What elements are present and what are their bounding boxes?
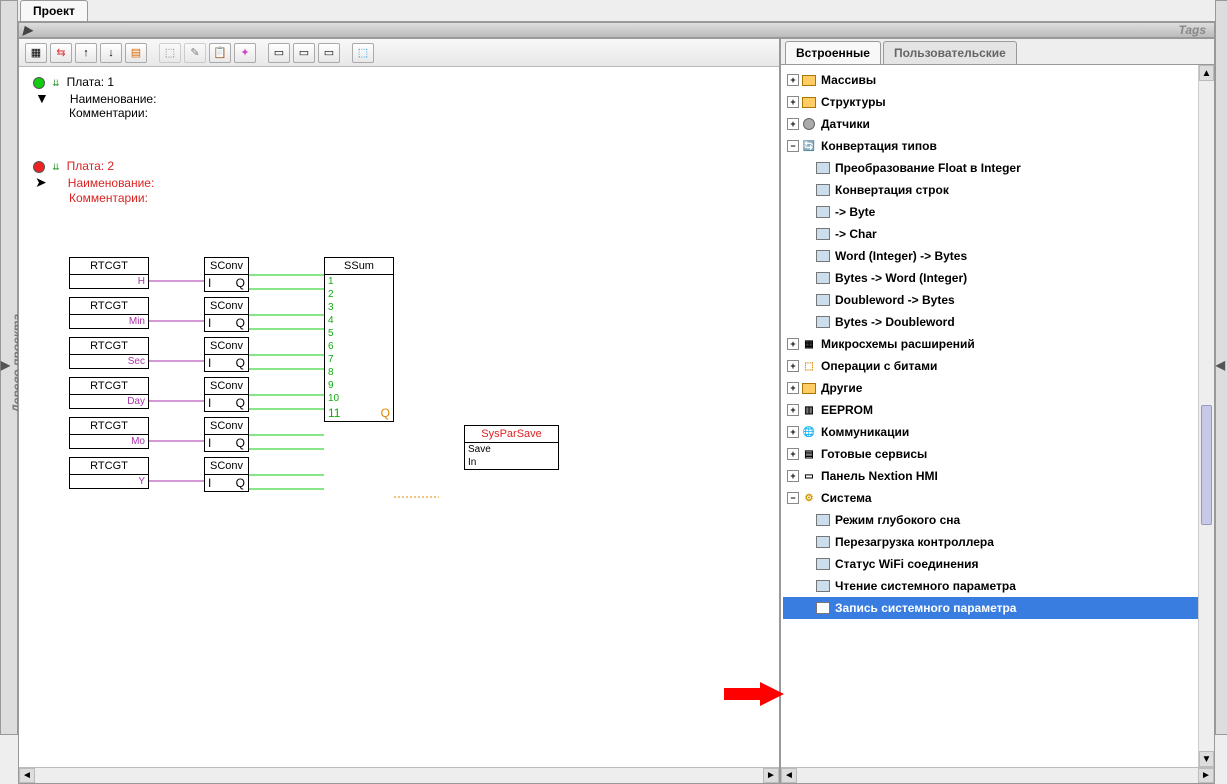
block-rtcgt-1[interactable]: RTCGT H: [69, 257, 149, 289]
block-sconv-4[interactable]: SConv IQ: [204, 377, 249, 412]
right-sidebar-rail[interactable]: ◀ Библиотека компонентов: [1215, 0, 1227, 735]
library-tabs: Встроенные Пользовательские: [781, 39, 1214, 65]
block-sconv-2[interactable]: SConv IQ: [204, 297, 249, 332]
block-sconv-5[interactable]: SConv IQ: [204, 417, 249, 452]
tab-user[interactable]: Пользовательские: [883, 41, 1017, 64]
tree-conv-1[interactable]: Конвертация строк: [783, 179, 1212, 201]
play-icon: ▶: [23, 23, 32, 37]
editor-hscroll[interactable]: ◄►: [19, 767, 779, 783]
block-rtcgt-4[interactable]: RTCGT Day: [69, 377, 149, 409]
block-rtcgt-5[interactable]: RTCGT Mo: [69, 417, 149, 449]
tree-system-4-selected[interactable]: Запись системного параметра: [783, 597, 1212, 619]
tree-structs[interactable]: +Структуры: [783, 91, 1212, 113]
tree-conv-5[interactable]: Bytes -> Word (Integer): [783, 267, 1212, 289]
tool-12[interactable]: ▭: [318, 43, 340, 63]
block-sconv-6[interactable]: SConv IQ: [204, 457, 249, 492]
tool-5[interactable]: ▤: [125, 43, 147, 63]
tree-nextion[interactable]: +▭Панель Nextion HMI: [783, 465, 1212, 487]
block-sysparsave[interactable]: SysParSave Save In: [464, 425, 559, 470]
tree-micro[interactable]: +▦Микросхемы расширений: [783, 333, 1212, 355]
project-tab[interactable]: Проект: [20, 0, 88, 21]
tree-services[interactable]: +▤Готовые сервисы: [783, 443, 1212, 465]
tree-eeprom[interactable]: +▥EEPROM: [783, 399, 1212, 421]
tree-arrays[interactable]: +Массивы: [783, 69, 1212, 91]
tool-13[interactable]: ⬚: [352, 43, 374, 63]
tree-conv-4[interactable]: Word (Integer) -> Bytes: [783, 245, 1212, 267]
top-tabs: Проект: [18, 0, 1215, 22]
block-rtcgt-3[interactable]: RTCGT Sec: [69, 337, 149, 369]
tags-strip: ▶ Tags: [18, 22, 1215, 38]
tree-vscroll[interactable]: ▲ ▼: [1198, 65, 1214, 767]
block-sconv-1[interactable]: SConv IQ: [204, 257, 249, 292]
tool-11[interactable]: ▭: [293, 43, 315, 63]
tree-system-3[interactable]: Чтение системного параметра: [783, 575, 1212, 597]
tree-system-2[interactable]: Статус WiFi соединения: [783, 553, 1212, 575]
tree-comm[interactable]: +🌐Коммуникации: [783, 421, 1212, 443]
tree-conv-7[interactable]: Bytes -> Doubleword: [783, 311, 1212, 333]
canvas[interactable]: ⇊ Плата: 1 ▼ Наименование: Комментарии: …: [19, 67, 779, 767]
tool-down[interactable]: ↓: [100, 43, 122, 63]
tool-2[interactable]: ⇆: [50, 43, 72, 63]
tree-other[interactable]: +Другие: [783, 377, 1212, 399]
tree-conv-6[interactable]: Doubleword -> Bytes: [783, 289, 1212, 311]
expand-right-icon: ▶: [1, 359, 10, 373]
component-library-pane: Встроенные Пользовательские +Массивы +Ст…: [780, 38, 1215, 784]
block-ssum[interactable]: SSum 1 2 3 4 5 6 7 8 9 10: [324, 257, 394, 422]
tool-up[interactable]: ↑: [75, 43, 97, 63]
tree-bits[interactable]: +⬚Операции с битами: [783, 355, 1212, 377]
tool-10[interactable]: ▭: [268, 43, 290, 63]
left-sidebar-rail[interactable]: ▶ Дерево проекта: [0, 0, 18, 735]
block-rtcgt-2[interactable]: RTCGT Min: [69, 297, 149, 329]
tool-7[interactable]: ✎: [184, 43, 206, 63]
tool-8[interactable]: 📋: [209, 43, 231, 63]
tree-conv-3[interactable]: -> Char: [783, 223, 1212, 245]
tree-conv-2[interactable]: -> Byte: [783, 201, 1212, 223]
scroll-down-icon[interactable]: ▼: [1199, 751, 1214, 767]
editor-toolbar: ▦ ⇆ ↑ ↓ ▤ ⬚ ✎ 📋 ✦ ▭ ▭ ▭ ⬚: [19, 39, 779, 67]
block-sconv-3[interactable]: SConv IQ: [204, 337, 249, 372]
tree-system-1[interactable]: Перезагрузка контроллера: [783, 531, 1212, 553]
tree-system[interactable]: −⚙Система: [783, 487, 1212, 509]
tool-1[interactable]: ▦: [25, 43, 47, 63]
tags-label: Tags: [1178, 23, 1206, 37]
tool-6[interactable]: ⬚: [159, 43, 181, 63]
block-rtcgt-6[interactable]: RTCGT Y: [69, 457, 149, 489]
tree-conv[interactable]: −🔄Конвертация типов: [783, 135, 1212, 157]
expand-left-icon: ◀: [1216, 359, 1225, 373]
editor-pane: ▦ ⇆ ↑ ↓ ▤ ⬚ ✎ 📋 ✦ ▭ ▭ ▭ ⬚: [18, 38, 780, 784]
tree-system-0[interactable]: Режим глубокого сна: [783, 509, 1212, 531]
tree-conv-0[interactable]: Преобразование Float в Integer: [783, 157, 1212, 179]
tool-9[interactable]: ✦: [234, 43, 256, 63]
tree-hscroll[interactable]: ◄►: [781, 767, 1214, 783]
scroll-thumb[interactable]: [1201, 405, 1212, 525]
tree-sensors[interactable]: +Датчики: [783, 113, 1212, 135]
scroll-up-icon[interactable]: ▲: [1199, 65, 1214, 81]
component-tree[interactable]: +Массивы +Структуры +Датчики −🔄Конвертац…: [781, 65, 1214, 767]
tab-builtin[interactable]: Встроенные: [785, 41, 881, 64]
